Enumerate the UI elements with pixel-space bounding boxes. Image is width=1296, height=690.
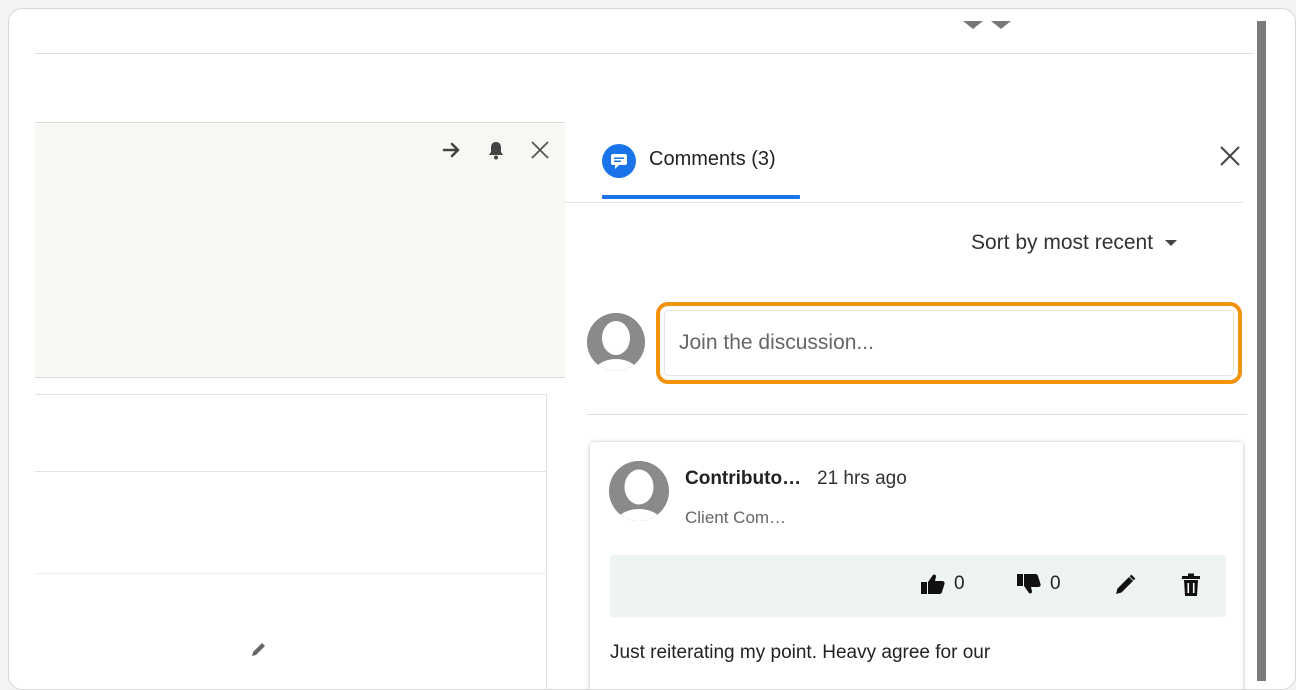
delete-comment-button[interactable] (1180, 573, 1202, 597)
comment-input[interactable] (665, 311, 1233, 375)
comment-card: Contributo… 21 hrs ago Client Com… 0 0 J… (590, 442, 1243, 689)
caret-down-icon (1165, 240, 1178, 246)
active-tab-indicator (602, 195, 800, 199)
card-divider (35, 471, 546, 472)
detail-card (35, 394, 547, 689)
composer-divider (587, 414, 1247, 415)
sort-dropdown[interactable]: Sort by most recent (971, 231, 1178, 255)
current-user-avatar-icon (587, 313, 645, 371)
collapse-arrows-icon[interactable] (961, 15, 1021, 31)
close-icon[interactable] (529, 139, 551, 161)
tab-comments[interactable]: Comments (3) (602, 137, 800, 201)
pencil-icon (1116, 574, 1136, 594)
detail-panel (35, 122, 566, 378)
comment-bubble-icon (602, 144, 636, 178)
close-panel-icon[interactable] (1217, 143, 1243, 169)
comment-actions: 0 0 (610, 555, 1226, 617)
dislike-button[interactable]: 0 (1016, 573, 1061, 595)
comment-timestamp: 21 hrs ago (817, 468, 907, 489)
header-divider (35, 53, 1254, 54)
comments-panel: Comments (3) Sort by most recent Join th… (565, 109, 1255, 689)
comment-author-role: Client Com… (685, 508, 787, 527)
comment-author[interactable]: Contributo… (685, 468, 801, 490)
tabs-divider (565, 202, 1243, 203)
trash-icon (1182, 573, 1200, 596)
scrollbar[interactable] (1257, 21, 1266, 681)
thumbs-down-icon (1017, 574, 1041, 594)
like-count: 0 (954, 573, 965, 594)
dislike-count: 0 (1050, 573, 1061, 594)
thumbs-up-icon (921, 574, 945, 594)
like-button[interactable]: 0 (920, 573, 965, 595)
tab-label: Comments (3) (649, 148, 776, 170)
bell-icon[interactable] (485, 139, 507, 161)
comment-body: Just reiterating my point. Heavy agree f… (610, 642, 991, 663)
pencil-icon[interactable] (249, 639, 269, 659)
comment-input-focus-ring (656, 302, 1242, 384)
arrow-right-icon[interactable] (441, 139, 463, 161)
author-avatar-icon[interactable] (609, 461, 669, 521)
sort-label: Sort by most recent (971, 231, 1154, 254)
comment-input-box (664, 310, 1234, 376)
edit-comment-button[interactable] (1113, 573, 1137, 597)
card-divider (35, 573, 546, 574)
detail-panel-toolbar (441, 139, 551, 161)
app-window: Comments (3) Sort by most recent Join th… (8, 8, 1296, 690)
